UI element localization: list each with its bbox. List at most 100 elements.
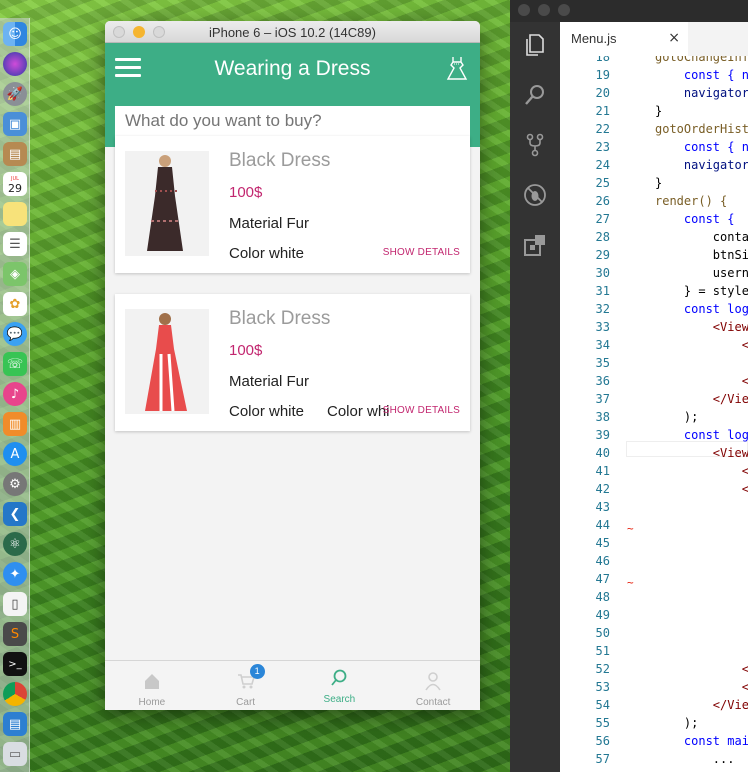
app-store-icon[interactable]: A [3,442,27,466]
product-color: Color white [229,245,305,262]
dress-icon[interactable] [444,55,470,81]
dock: ☺ 🚀 ▣ ▤ JUL 29 ☰ ◈ ✿ 💬 ☏ ♪ ▥ A ⚙ ❮ ⚛ ✦ ▯… [0,18,30,772]
simulator-title: iPhone 6 – iOS 10.2 (14C89) [209,25,376,40]
textedit-icon[interactable]: ▯ [3,592,27,616]
tab-label: Search [323,694,356,705]
tab-contact[interactable]: Contact [386,661,480,710]
line-number: 52 [595,662,610,676]
line-number: 48 [595,590,610,604]
line-number: 29 [595,248,610,262]
tab-home[interactable]: Home [105,661,199,710]
show-details-button[interactable]: SHOW DETAILS [383,405,460,416]
code-line: < [655,464,748,478]
code-line: ); [655,716,699,730]
atom-icon[interactable]: ⚛ [3,532,27,556]
code-line: const { n [655,140,748,154]
tab-bar: Home 1 Cart Search Contact [105,660,480,710]
line-number: 57 [595,752,610,766]
siri-icon[interactable] [3,52,27,76]
line-number: 30 [595,266,610,280]
simulator-icon[interactable]: ▤ [3,712,27,736]
sublime-icon[interactable]: S [3,622,27,646]
explorer-icon[interactable] [522,32,548,58]
line-number: 39 [595,428,610,442]
facetime-icon[interactable]: ☏ [3,352,27,376]
line-number: 34 [595,338,610,352]
code-line: <View [655,320,748,334]
extensions-icon[interactable] [522,232,548,258]
chrome-icon[interactable] [3,682,27,706]
line-number: 47 [595,572,610,586]
line-number: 27 [595,212,610,226]
notes-icon[interactable] [3,202,27,226]
code-area[interactable]: ~ ~ 18 gotoChangeInf 19 const { n 20 naviga… [560,56,748,772]
code-line: < [655,680,748,694]
code-line: gotoChangeInf [655,56,748,64]
editor-zoom-button[interactable] [558,4,570,16]
finder-icon[interactable]: ☺ [3,22,27,46]
launchpad-icon[interactable]: 🚀 [3,82,27,106]
code-line: ... [655,752,735,766]
system-preferences-icon[interactable]: ⚙ [3,472,27,496]
code-line: usern [655,266,748,280]
code-line: navigator [655,86,748,100]
tab-cart[interactable]: 1 Cart [199,661,293,710]
simulator-window: iPhone 6 – iOS 10.2 (14C89) Wearing a Dr… [105,21,480,710]
search-input[interactable] [115,106,470,136]
product-card[interactable]: Black Dress 100$ Material Fur Color whit… [115,136,470,273]
line-number: 37 [595,392,610,406]
line-number: 36 [595,374,610,388]
show-details-button[interactable]: SHOW DETAILS [383,247,460,258]
reminders-icon[interactable]: ☰ [3,232,27,256]
error-squiggle: ~ [627,522,634,535]
tab-label: Contact [415,697,451,708]
line-number: 44 [595,518,610,532]
code-line: navigator [655,158,748,172]
error-squiggle: ~ [627,576,634,589]
editor-tabs: Menu.js × [560,22,748,56]
code-line: ); [655,410,699,424]
ibooks-icon[interactable]: ▥ [3,412,27,436]
line-number: 26 [595,194,610,208]
line-number: 21 [595,104,610,118]
preview-icon[interactable]: ▣ [3,112,27,136]
vscode-icon[interactable]: ❮ [3,502,27,526]
line-number: 45 [595,536,610,550]
tab-search[interactable]: Search [293,661,387,710]
code-line: render() { [655,194,728,208]
line-number: 50 [595,626,610,640]
contacts-icon[interactable]: ▤ [3,142,27,166]
close-icon[interactable]: × [668,30,680,46]
safari-icon[interactable]: ✦ [3,562,27,586]
calendar-day: 29 [8,182,22,195]
messages-icon[interactable]: 💬 [3,322,27,346]
search-icon[interactable] [522,82,548,108]
calendar-icon[interactable]: JUL 29 [3,172,27,196]
source-control-icon[interactable] [522,132,548,158]
editor-close-button[interactable] [518,4,530,16]
code-line: <View [655,446,748,460]
editor-minimize-button[interactable] [538,4,550,16]
code-line: gotoOrderHist [655,122,748,136]
debug-icon[interactable] [522,182,548,208]
line-number: 49 [595,608,610,622]
maps-icon[interactable]: ◈ [3,262,27,286]
code-line: < [655,662,748,676]
tab-label: Home [138,697,166,708]
trash-icon[interactable]: ▭ [3,742,27,766]
line-number: 33 [595,320,610,334]
file-tab-label: Menu.js [571,31,617,46]
home-icon [144,674,159,689]
line-number: 22 [595,122,610,136]
line-number: 20 [595,86,610,100]
file-tab-menu-js[interactable]: Menu.js × [560,22,688,56]
product-name: Black Dress [229,150,331,171]
product-material: Material Fur [229,215,310,232]
product-price: 100$ [229,342,263,359]
product-card[interactable]: Black Dress 100$ Material Fur Color whit… [115,294,470,431]
line-number: 35 [595,356,610,370]
terminal-icon[interactable]: >_ [3,652,27,676]
photos-icon[interactable]: ✿ [3,292,27,316]
itunes-icon[interactable]: ♪ [3,382,27,406]
line-number: 25 [595,176,610,190]
